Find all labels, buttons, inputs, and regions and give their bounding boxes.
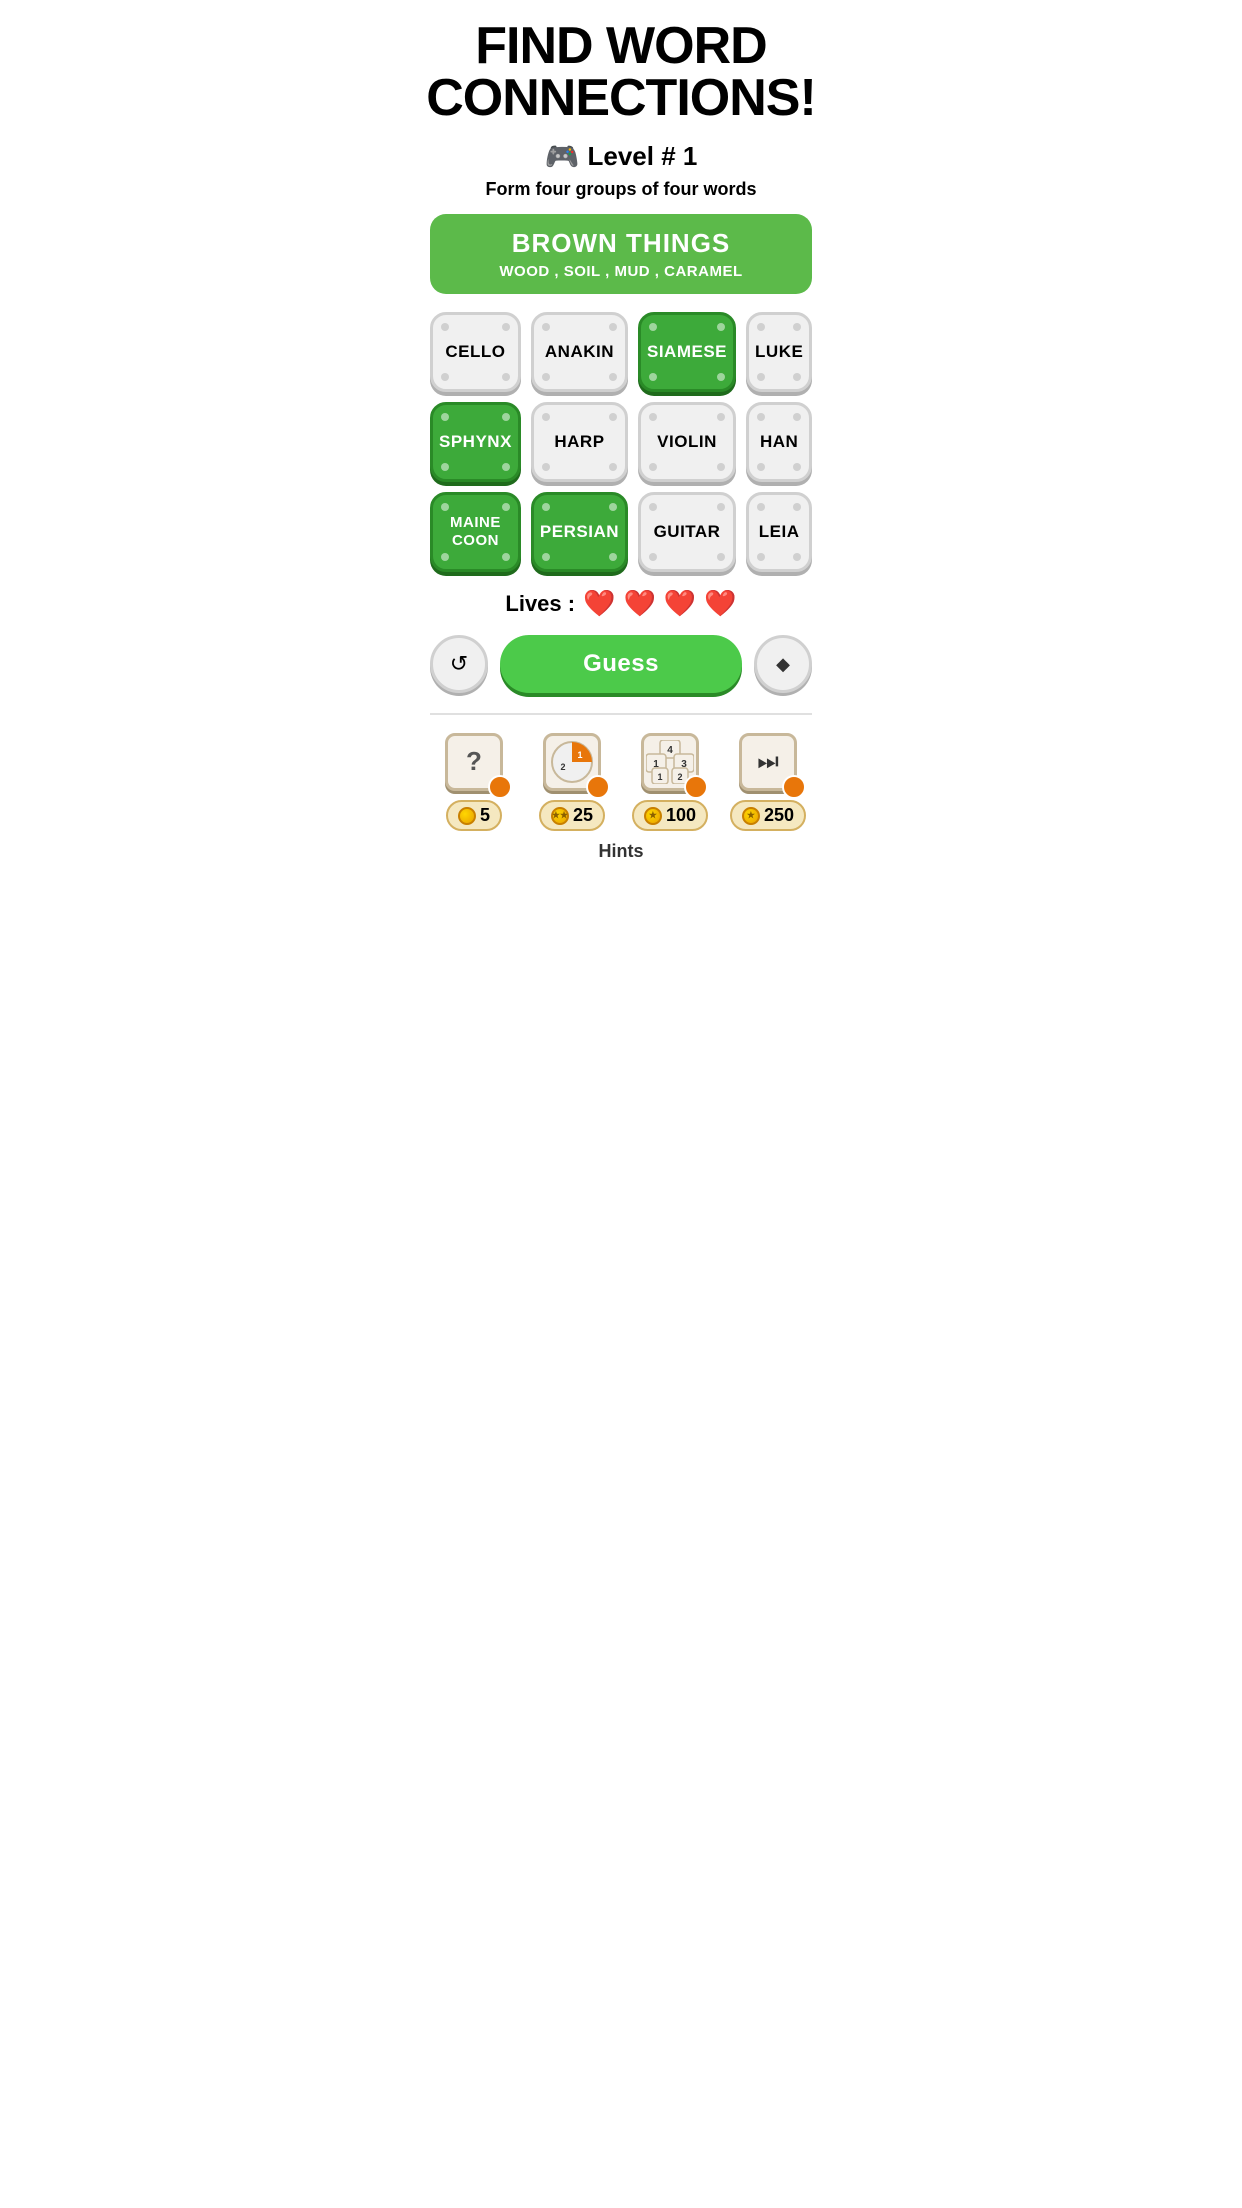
hint-1-cost: 5 bbox=[446, 800, 502, 831]
hint-play-icon: ⏭ bbox=[736, 729, 801, 794]
svg-text:2: 2 bbox=[677, 772, 682, 782]
solved-banner-words: WOOD , SOIL , MUD , CARAMEL bbox=[450, 263, 792, 280]
pie-chart: 1 2 bbox=[550, 740, 594, 784]
hint-question-icon: ? bbox=[442, 729, 507, 794]
stack-visual: 4 1 3 1 bbox=[646, 740, 694, 784]
lives-label: Lives : bbox=[505, 591, 575, 617]
tile-guitar[interactable]: GUITAR bbox=[638, 492, 736, 572]
tile-maine-coon[interactable]: MAINE COON bbox=[430, 492, 521, 572]
hint-question[interactable]: ? 5 bbox=[430, 729, 518, 831]
tile-violin[interactable]: VIOLIN bbox=[638, 402, 736, 482]
hint-2-cost: ★ 25 bbox=[539, 800, 605, 831]
solved-banner-title: BROWN THINGS bbox=[450, 228, 792, 259]
action-row: ↺ Guess ◆ bbox=[430, 635, 812, 693]
coin-icon-1 bbox=[458, 807, 476, 825]
tile-harp[interactable]: HARP bbox=[531, 402, 628, 482]
heart-3: ❤️ bbox=[664, 588, 696, 619]
tile-han[interactable]: HAN bbox=[746, 402, 812, 482]
play-icon: ⏭ bbox=[757, 748, 779, 776]
hint-pie-icon: 1 2 bbox=[540, 729, 605, 794]
main-title: FIND WORD CONNECTIONS! bbox=[426, 20, 816, 124]
heart-2: ❤️ bbox=[623, 588, 655, 619]
tile-sphynx[interactable]: SPHYNX bbox=[430, 402, 521, 482]
coin-icon-2: ★ bbox=[551, 807, 569, 825]
shuffle-icon: ↺ bbox=[450, 651, 468, 677]
hint-3-cost: ★ 100 bbox=[632, 800, 708, 831]
pie-svg: 1 2 bbox=[550, 740, 594, 784]
word-grid: CELLO ANAKIN SIAMESE LUKE bbox=[430, 312, 812, 572]
svg-text:2: 2 bbox=[560, 762, 565, 772]
erase-icon: ◆ bbox=[776, 654, 790, 675]
tile-persian[interactable]: PERSIAN bbox=[531, 492, 628, 572]
app-container: FIND WORD CONNECTIONS! 🎮 Level # 1 Form … bbox=[414, 0, 828, 872]
stack-svg: 4 1 3 1 bbox=[646, 740, 694, 784]
hint-play-badge bbox=[782, 775, 806, 799]
tile-siamese[interactable]: SIAMESE bbox=[638, 312, 736, 392]
star-icon: ★ bbox=[560, 810, 568, 821]
level-label: Level # 1 bbox=[588, 141, 698, 172]
hint-3-cost-value: 100 bbox=[666, 805, 696, 826]
svg-text:1: 1 bbox=[657, 772, 662, 782]
shuffle-button[interactable]: ↺ bbox=[430, 635, 488, 693]
tile-luke[interactable]: LUKE bbox=[746, 312, 812, 392]
hint-stack-icon: 4 1 3 1 bbox=[638, 729, 703, 794]
level-icon: 🎮 bbox=[545, 140, 580, 173]
tile-cello[interactable]: CELLO bbox=[430, 312, 521, 392]
hint-4-cost-value: 250 bbox=[764, 805, 794, 826]
heart-4: ❤️ bbox=[704, 588, 736, 619]
hint-play[interactable]: ⏭ ★ 250 bbox=[724, 729, 812, 831]
svg-text:1: 1 bbox=[577, 750, 582, 760]
subtitle: Form four groups of four words bbox=[486, 179, 757, 200]
tile-leia[interactable]: LEIA bbox=[746, 492, 812, 572]
hint-pie-badge bbox=[586, 775, 610, 799]
hint-2-cost-value: 25 bbox=[573, 805, 593, 826]
level-row: 🎮 Level # 1 bbox=[545, 140, 698, 173]
hint-1-cost-value: 5 bbox=[480, 805, 490, 826]
svg-text:4: 4 bbox=[667, 745, 673, 756]
hint-4-cost: ★ 250 bbox=[730, 800, 806, 831]
lives-row: Lives : ❤️ ❤️ ❤️ ❤️ bbox=[505, 588, 736, 619]
guess-button[interactable]: Guess bbox=[500, 635, 742, 693]
coin-3-star-icon: ★ bbox=[649, 810, 657, 821]
coin-icon-3: ★ bbox=[644, 807, 662, 825]
hint-stack-badge bbox=[684, 775, 708, 799]
question-mark-icon: ? bbox=[466, 746, 482, 777]
coin-icon-4: ★ bbox=[742, 807, 760, 825]
erase-button[interactable]: ◆ bbox=[754, 635, 812, 693]
tile-anakin[interactable]: ANAKIN bbox=[531, 312, 628, 392]
hints-label: Hints bbox=[430, 841, 812, 862]
hints-grid: ? 5 bbox=[430, 729, 812, 831]
hint-pie[interactable]: 1 2 ★ 25 bbox=[528, 729, 616, 831]
coin-4-star-icon: ★ bbox=[747, 810, 755, 821]
hint-stack[interactable]: 4 1 3 1 bbox=[626, 729, 714, 831]
hint-q-badge bbox=[488, 775, 512, 799]
hints-section: ? 5 bbox=[430, 713, 812, 862]
heart-1: ❤️ bbox=[583, 588, 615, 619]
solved-banner: BROWN THINGS WOOD , SOIL , MUD , CARAMEL bbox=[430, 214, 812, 294]
